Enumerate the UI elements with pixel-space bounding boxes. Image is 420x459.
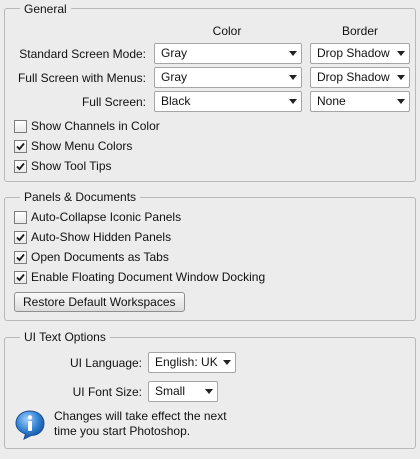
color-column-header: Color: [212, 24, 242, 38]
select-value: Gray: [161, 70, 188, 84]
chevron-down-icon: [285, 44, 301, 63]
checkmark-icon: [14, 139, 27, 153]
checkmark-icon: [14, 250, 27, 264]
ui-language-select[interactable]: English: UK: [148, 352, 236, 373]
show-tool-tips-checkbox[interactable]: Show Tool Tips: [14, 158, 112, 174]
full-screen-color-select[interactable]: Black: [154, 91, 302, 112]
chevron-down-icon: [285, 92, 301, 111]
select-value: Drop Shadow: [317, 46, 390, 60]
auto-collapse-iconic-panels-checkbox[interactable]: Auto-Collapse Iconic Panels: [14, 209, 181, 225]
checkbox-label: Show Menu Colors: [31, 139, 133, 153]
select-value: Black: [161, 94, 191, 108]
ui-font-size-select[interactable]: Small: [148, 381, 218, 402]
restart-note-line-1: Changes will take effect the next: [54, 409, 227, 423]
panels-documents-title: Panels & Documents: [20, 190, 141, 204]
checkbox-label: Open Documents as Tabs: [31, 250, 169, 264]
select-value: None: [317, 94, 346, 108]
full-screen-menus-label: Full Screen with Menus:: [17, 71, 146, 85]
auto-show-hidden-panels-checkbox[interactable]: Auto-Show Hidden Panels: [14, 229, 171, 245]
checkbox-label: Show Channels in Color: [31, 119, 160, 133]
checkmark-icon: [14, 159, 27, 173]
restart-note-line-2: time you start Photoshop.: [54, 424, 191, 438]
enable-floating-docking-checkbox[interactable]: Enable Floating Document Window Docking: [14, 269, 265, 285]
chevron-down-icon: [219, 353, 235, 372]
checkbox-label: Auto-Show Hidden Panels: [31, 230, 172, 244]
standard-screen-border-select[interactable]: Drop Shadow: [310, 43, 410, 64]
chevron-down-icon: [393, 44, 409, 63]
full-screen-menus-border-select[interactable]: Drop Shadow: [310, 67, 410, 88]
select-value: Gray: [161, 46, 188, 60]
ui-language-label: UI Language:: [69, 356, 142, 370]
ui-text-options-title: UI Text Options: [20, 330, 110, 344]
standard-screen-color-select[interactable]: Gray: [154, 43, 302, 64]
full-screen-menus-color-select[interactable]: Gray: [154, 67, 302, 88]
show-channels-in-color-checkbox[interactable]: Show Channels in Color: [14, 118, 160, 134]
select-value: Drop Shadow: [317, 70, 390, 84]
chevron-down-icon: [285, 68, 301, 87]
checkbox-box: [14, 210, 27, 224]
info-icon: [14, 409, 46, 444]
show-menu-colors-checkbox[interactable]: Show Menu Colors: [14, 138, 132, 154]
checkbox-label: Show Tool Tips: [31, 159, 112, 173]
full-screen-border-select[interactable]: None: [310, 91, 410, 112]
checkmark-icon: [14, 230, 27, 244]
checkbox-box: [14, 119, 27, 133]
checkbox-label: Enable Floating Document Window Docking: [31, 270, 266, 284]
select-value: Small: [155, 384, 186, 398]
checkmark-icon: [14, 270, 27, 284]
general-title: General: [20, 2, 71, 16]
select-value: English: UK: [155, 355, 218, 369]
open-documents-as-tabs-checkbox[interactable]: Open Documents as Tabs: [14, 249, 169, 265]
full-screen-label: Full Screen:: [81, 95, 146, 109]
ui-font-size-label: UI Font Size:: [72, 385, 142, 399]
restore-default-workspaces-button[interactable]: Restore Default Workspaces: [14, 292, 185, 312]
chevron-down-icon: [393, 68, 409, 87]
chevron-down-icon: [201, 382, 217, 401]
border-column-header: Border: [341, 24, 379, 38]
checkbox-label: Auto-Collapse Iconic Panels: [31, 210, 182, 224]
chevron-down-icon: [393, 92, 409, 111]
standard-screen-mode-label: Standard Screen Mode:: [19, 47, 146, 61]
